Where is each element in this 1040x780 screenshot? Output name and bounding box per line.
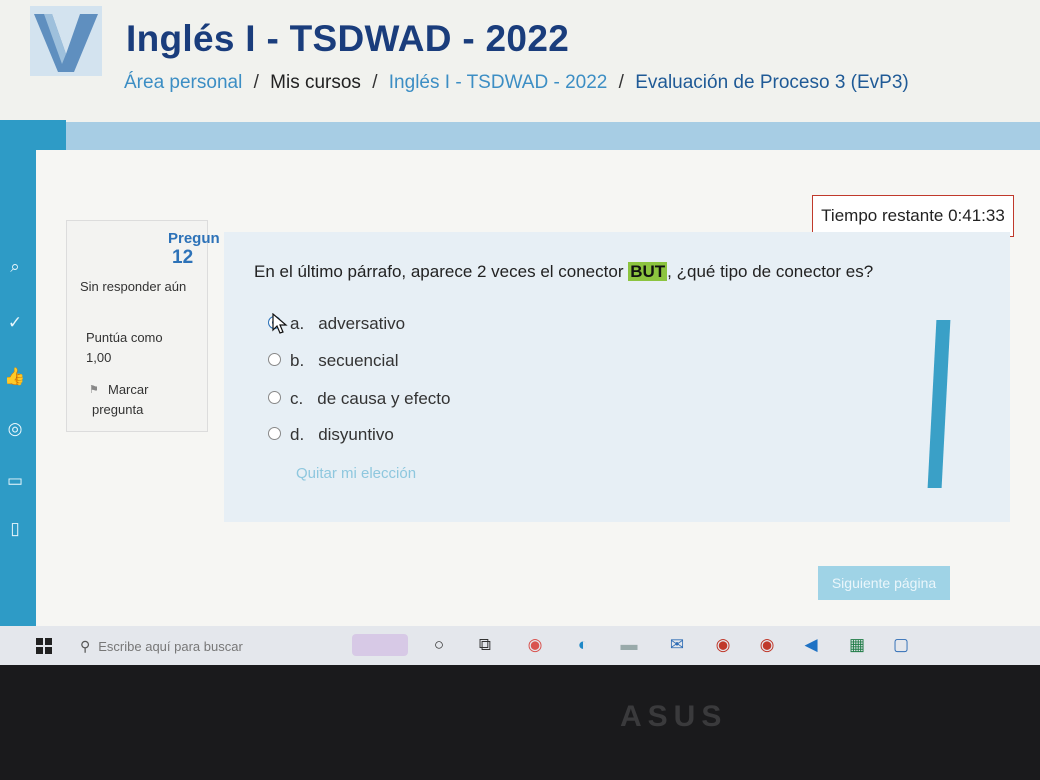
search-placeholder: Escribe aquí para buscar: [98, 639, 243, 654]
breadcrumb-separator: /: [618, 72, 624, 93]
highlighted-connector: BUT: [628, 262, 668, 281]
breadcrumb-quiz[interactable]: Evaluación de Proceso 3 (EvP3): [635, 72, 909, 93]
option-text: de causa y efecto: [317, 389, 451, 408]
breadcrumb: Área personal / Mis cursos / Inglés I - …: [124, 72, 909, 94]
option-letter: a.: [290, 314, 305, 333]
question-status: Sin responder aún: [80, 279, 187, 294]
chrome-icon[interactable]: ◉: [524, 634, 546, 656]
vscode-icon[interactable]: ◀: [800, 634, 822, 656]
calendar-icon[interactable]: ▭: [4, 470, 26, 492]
radio-option-b[interactable]: [268, 353, 281, 367]
site-logo[interactable]: [30, 6, 102, 76]
thumbs-up-icon[interactable]: 👍: [4, 366, 26, 388]
option-b[interactable]: b. secuencial: [268, 351, 399, 375]
option-a[interactable]: a. adversativo: [268, 314, 405, 338]
option-letter: d.: [290, 425, 305, 444]
chrome-profile-icon[interactable]: ◉: [712, 634, 734, 656]
breadcrumb-course[interactable]: Inglés I - TSDWAD - 2022: [389, 72, 608, 93]
option-letter: c.: [290, 389, 304, 408]
cortana-icon[interactable]: ○: [428, 634, 450, 656]
option-text: adversativo: [318, 314, 406, 333]
option-text: disyuntivo: [318, 425, 394, 444]
logo-v-icon: [34, 14, 98, 72]
question-number: 12: [172, 247, 194, 268]
monitor-brand-logo: ASUS: [620, 700, 728, 733]
mouse-cursor-icon: [272, 313, 288, 334]
check-circle-icon[interactable]: ✓: [4, 312, 26, 334]
document-icon[interactable]: ▯: [4, 518, 26, 540]
excel-icon[interactable]: ▦: [846, 634, 868, 656]
flag-question-link[interactable]: Marcar pregunta: [92, 380, 182, 420]
mail-icon[interactable]: ✉: [666, 634, 688, 656]
breadcrumb-my-courses[interactable]: Mis cursos: [270, 72, 361, 93]
breadcrumb-separator: /: [253, 72, 259, 93]
time-remaining: Tiempo restante 0:41:33: [812, 195, 1014, 237]
app-window-icon[interactable]: ▢: [890, 634, 912, 656]
question-text-after: , ¿qué tipo de conector es?: [667, 262, 874, 281]
radio-option-d[interactable]: [268, 427, 281, 441]
search-icon: ⚲: [80, 638, 91, 654]
search-icon[interactable]: ⌕: [4, 256, 26, 278]
news-widget-icon[interactable]: [352, 634, 408, 656]
radio-option-c[interactable]: [268, 391, 281, 405]
question-text: En el último párrafo, aparece 2 veces el…: [254, 262, 873, 282]
windows-start-icon[interactable]: [36, 638, 52, 654]
taskbar-search-box[interactable]: ⚲ Escribe aquí para buscar: [80, 630, 340, 662]
file-explorer-icon[interactable]: ▬: [618, 634, 640, 656]
clear-choice-link[interactable]: Quitar mi elección: [296, 465, 416, 482]
option-text: secuencial: [318, 351, 399, 370]
compass-icon[interactable]: ◎: [4, 418, 26, 440]
option-d[interactable]: d. disyuntivo: [268, 425, 394, 449]
score-value: 1,00: [86, 350, 112, 365]
course-title: Inglés I - TSDWAD - 2022: [126, 18, 570, 59]
option-c[interactable]: c. de causa y efecto: [268, 389, 451, 413]
question-label: Pregun: [168, 230, 220, 247]
score-label: Puntúa como: [86, 330, 163, 345]
option-letter: b.: [290, 351, 305, 370]
breadcrumb-personal-area[interactable]: Área personal: [124, 72, 242, 93]
browser-screen: Inglés I - TSDWAD - 2022 Área personal /…: [0, 0, 1040, 665]
breadcrumb-separator: /: [372, 72, 378, 93]
question-text-before: En el último párrafo, aparece 2 veces el…: [254, 262, 629, 281]
chrome-alt-icon[interactable]: ◉: [756, 634, 778, 656]
next-page-button[interactable]: Siguiente página: [818, 566, 950, 600]
task-view-icon[interactable]: ⧉: [474, 634, 496, 656]
edge-icon[interactable]: ◐: [572, 634, 594, 656]
